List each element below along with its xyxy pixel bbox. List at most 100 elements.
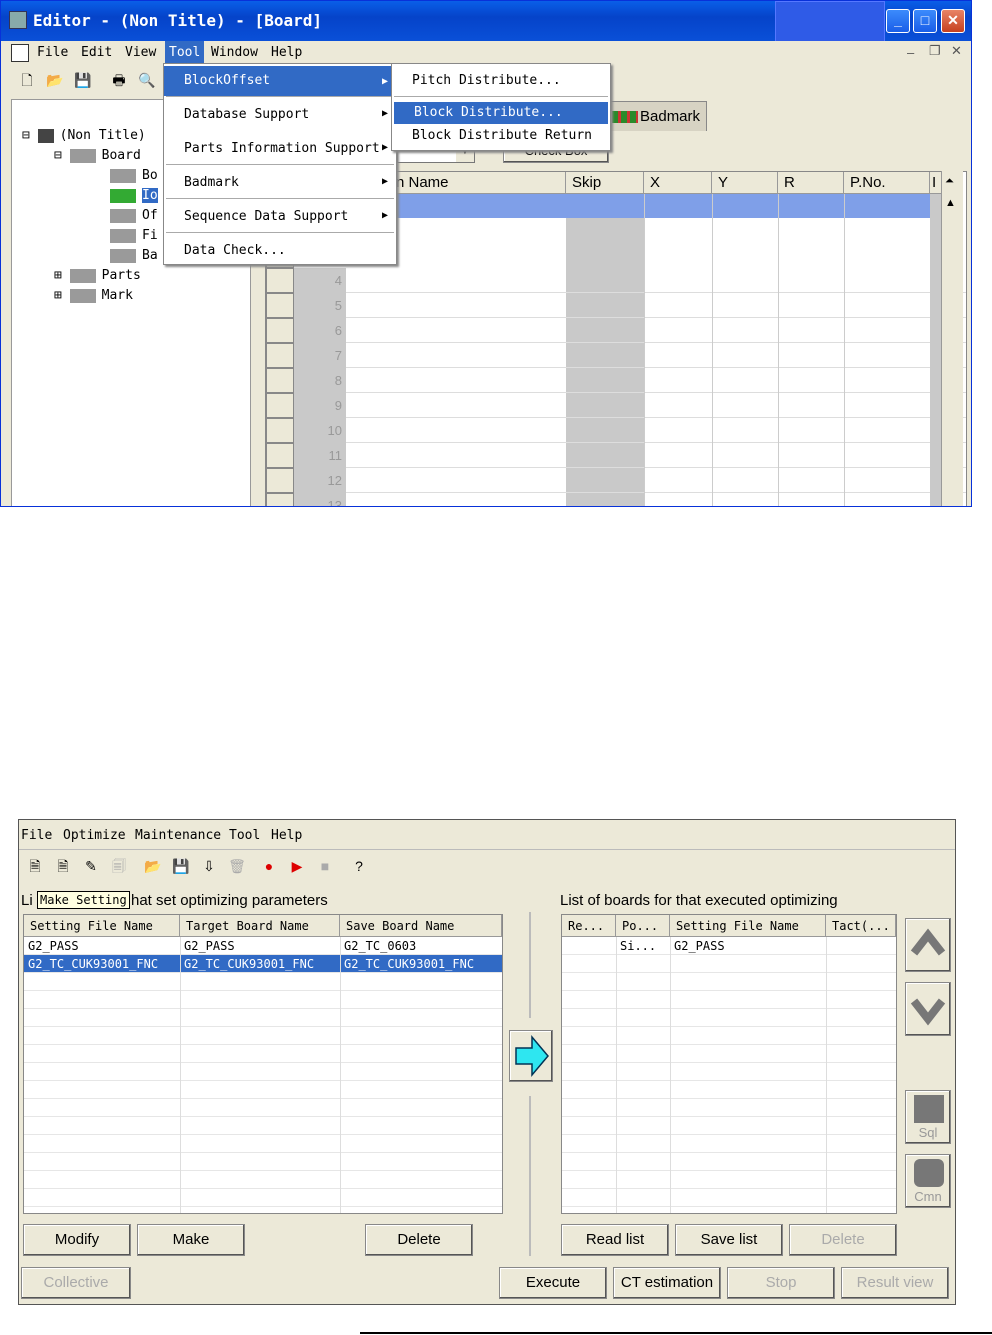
settings-row[interactable]: G2_PASS G2_PASS G2_TC_0603 [24, 937, 502, 955]
menu-item-database-support[interactable]: Database Support ▶ [164, 98, 396, 132]
row-header[interactable] [266, 468, 294, 493]
move-up-button[interactable] [905, 918, 951, 972]
boards-row[interactable] [562, 1153, 896, 1171]
menu-file[interactable]: File [37, 45, 68, 60]
delete-setting-button[interactable]: Delete [365, 1224, 473, 1256]
settings-row[interactable] [24, 1171, 502, 1189]
tree-item-ba[interactable]: Ba [110, 248, 158, 263]
tree-item-of[interactable]: Of [110, 208, 158, 223]
delete-icon[interactable]: 🗑 [227, 856, 247, 876]
menu-item-badmark[interactable]: Badmark ▶ [164, 166, 396, 200]
tree-parts[interactable]: ⊞ Parts [54, 268, 141, 283]
settings-row[interactable] [24, 1027, 502, 1045]
settings-row[interactable] [24, 1081, 502, 1099]
col-y[interactable]: Y [712, 172, 778, 194]
ct-estimation-button[interactable]: CT estimation [613, 1267, 721, 1299]
menu-help[interactable]: Help [271, 828, 302, 843]
move-down-button[interactable] [905, 982, 951, 1036]
col-target-board-name[interactable]: Target Board Name [180, 915, 340, 937]
settings-row[interactable] [24, 991, 502, 1009]
settings-row[interactable] [24, 1153, 502, 1171]
menu-window[interactable]: Window [211, 45, 258, 60]
boards-row[interactable] [562, 1045, 896, 1063]
col-re[interactable]: Re... [562, 915, 616, 937]
grid-row[interactable]: 11 [266, 443, 966, 468]
grid-row[interactable]: 6 [266, 318, 966, 343]
help-icon[interactable]: ? [349, 856, 369, 876]
tree-root[interactable]: ⊟ (Non Title) [22, 128, 146, 143]
col-setting-file-name[interactable]: Setting File Name [24, 915, 180, 937]
row-header[interactable] [266, 318, 294, 343]
scroll-top-icon[interactable]: ⏶ [945, 175, 954, 188]
menu-item-parts-information-support[interactable]: Parts Information Support ▶ [164, 132, 396, 166]
settings-row[interactable] [24, 1009, 502, 1027]
menu-item-sequence-data-support[interactable]: Sequence Data Support ▶ [164, 200, 396, 234]
grid-row[interactable]: 8 [266, 368, 966, 393]
vertical-scrollbar[interactable]: ⏶ ▲ [941, 171, 963, 506]
make-button[interactable]: Make [137, 1224, 245, 1256]
stop-icon[interactable]: ■ [315, 856, 335, 876]
row-header[interactable] [266, 368, 294, 393]
settings-row[interactable] [24, 1063, 502, 1081]
scroll-up-icon[interactable]: ▲ [945, 197, 956, 209]
boards-row[interactable] [562, 1135, 896, 1153]
modify-button[interactable]: Modify [23, 1224, 131, 1256]
boards-row[interactable] [562, 991, 896, 1009]
boards-row[interactable] [562, 1081, 896, 1099]
menu-item-block-distribute[interactable]: Block Distribute... [394, 102, 608, 124]
tree-item-bo[interactable]: Bo [110, 168, 158, 183]
menu-item-pitch-distribute[interactable]: Pitch Distribute... [392, 66, 610, 96]
cmn-button[interactable]: Cmn [905, 1154, 951, 1208]
settings-row[interactable] [24, 1189, 502, 1207]
save-icon[interactable]: 💾 [73, 70, 93, 90]
edit-setting-icon[interactable]: ✎ [81, 856, 101, 876]
print-icon[interactable]: 🖶 [109, 70, 129, 90]
record-icon[interactable]: ● [259, 856, 279, 876]
settings-row[interactable] [24, 1045, 502, 1063]
col-setting-file-name[interactable]: Setting File Name [670, 915, 826, 937]
collective-button[interactable]: Collective [21, 1267, 131, 1299]
grid-row[interactable]: 9 [266, 393, 966, 418]
transfer-arrow-button[interactable] [509, 1030, 553, 1082]
grid-row[interactable]: 12 [266, 468, 966, 493]
close-icon[interactable]: ✕ [941, 9, 965, 33]
collective-icon[interactable]: 🗐 [109, 856, 129, 876]
col-pno[interactable]: P.No. [844, 172, 930, 194]
tree-item-io[interactable]: Io [110, 188, 158, 203]
menu-file[interactable]: File [21, 828, 52, 843]
menu-help[interactable]: Help [271, 45, 302, 60]
save-icon[interactable]: 💾 [171, 856, 191, 876]
grid-row[interactable]: 7 [266, 343, 966, 368]
tree-item-fi[interactable]: Fi [110, 228, 158, 243]
mdi-close-icon[interactable]: ✕ [951, 43, 962, 59]
boards-row[interactable] [562, 1009, 896, 1027]
execute-button[interactable]: Execute [499, 1267, 607, 1299]
open-icon[interactable]: 📂 [143, 856, 163, 876]
menu-view[interactable]: View [125, 45, 156, 60]
maximize-icon[interactable]: □ [913, 9, 937, 33]
grid-row[interactable]: 4 [266, 268, 966, 293]
stop-button[interactable]: Stop [727, 1267, 835, 1299]
boards-row[interactable] [562, 1027, 896, 1045]
boards-row[interactable] [562, 1189, 896, 1207]
boards-row[interactable] [562, 955, 896, 973]
col-x[interactable]: X [644, 172, 712, 194]
tree-mark[interactable]: ⊞ Mark [54, 288, 133, 303]
row-header[interactable] [266, 393, 294, 418]
play-icon[interactable]: ▶ [287, 856, 307, 876]
read-list-button[interactable]: Read list [561, 1224, 669, 1256]
minimize-icon[interactable]: _ [886, 9, 910, 33]
new-icon[interactable]: 🗋 [17, 70, 37, 90]
grid-row[interactable]: 13 [266, 493, 966, 506]
grid-row[interactable]: 5 [266, 293, 966, 318]
open-icon[interactable]: 📂 [45, 70, 65, 90]
menu-item-block-distribute-return[interactable]: Block Distribute Return [392, 124, 610, 150]
menu-tool[interactable]: Tool [229, 828, 260, 843]
boards-row[interactable] [562, 973, 896, 991]
col-po[interactable]: Po... [616, 915, 670, 937]
boards-row[interactable]: Si... G2_PASS [562, 937, 896, 955]
menu-item-blockoffset[interactable]: BlockOffset ▶ [164, 66, 396, 96]
result-view-button[interactable]: Result view [841, 1267, 949, 1299]
col-skip[interactable]: Skip [566, 172, 644, 194]
tab-badmark[interactable]: Badmark [605, 101, 707, 131]
